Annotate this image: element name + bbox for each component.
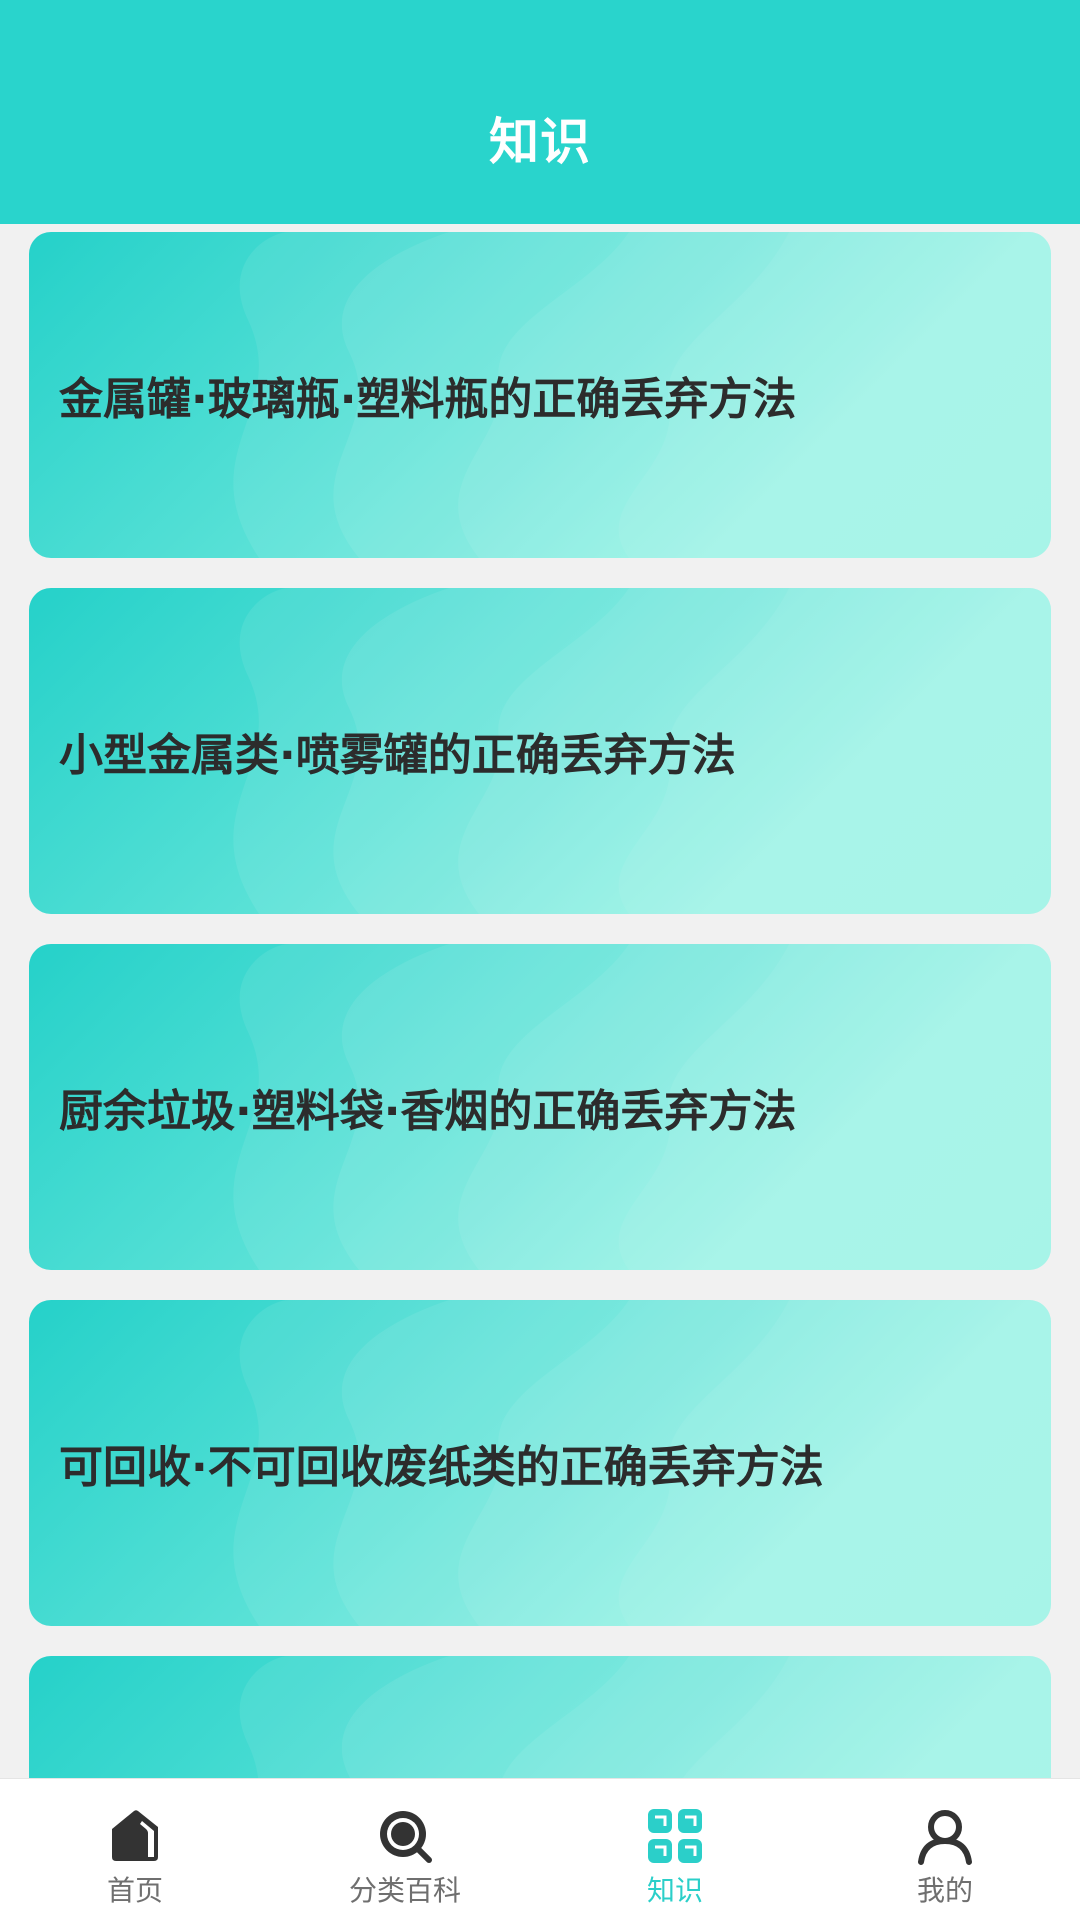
page-title: 知识 bbox=[489, 113, 591, 171]
tab-label: 分类百科 bbox=[348, 1874, 461, 1907]
top-header: 知识 bbox=[0, 0, 1080, 224]
bottom-tab-bar: 首页 分类百科 知识 我的 bbox=[0, 1778, 1080, 1920]
article-card-5[interactable] bbox=[29, 1656, 1051, 1778]
article-title: 小型金属类·喷雾罐的正确丢弃方法 bbox=[59, 730, 736, 781]
tab-category-wiki[interactable]: 分类百科 bbox=[270, 1779, 540, 1920]
tab-label: 我的 bbox=[916, 1874, 973, 1907]
article-card-2[interactable]: 小型金属类·喷雾罐的正确丢弃方法 bbox=[29, 588, 1051, 914]
article-title: 厨余垃圾·塑料袋·香烟的正确丢弃方法 bbox=[59, 1086, 797, 1137]
search-icon bbox=[380, 1811, 432, 1863]
grid-icon bbox=[648, 1809, 702, 1863]
article-title: 可回收·不可回收废纸类的正确丢弃方法 bbox=[59, 1442, 824, 1493]
user-icon bbox=[918, 1810, 972, 1865]
home-icon bbox=[112, 1810, 158, 1861]
tab-label: 首页 bbox=[106, 1874, 163, 1907]
app-screen: 知识 金属罐·玻璃瓶·塑料瓶的正确丢弃方法 小型金属类·喷雾罐的正确丢弃方法 厨… bbox=[0, 0, 1080, 1920]
tab-knowledge[interactable]: 知识 bbox=[540, 1779, 810, 1920]
tab-home[interactable]: 首页 bbox=[0, 1779, 270, 1920]
card-wave-background bbox=[239, 1656, 1051, 1778]
article-card-4[interactable]: 可回收·不可回收废纸类的正确丢弃方法 bbox=[29, 1300, 1051, 1626]
tab-mine[interactable]: 我的 bbox=[810, 1779, 1080, 1920]
article-list[interactable]: 金属罐·玻璃瓶·塑料瓶的正确丢弃方法 小型金属类·喷雾罐的正确丢弃方法 厨余垃圾… bbox=[0, 224, 1080, 1778]
article-card-3[interactable]: 厨余垃圾·塑料袋·香烟的正确丢弃方法 bbox=[29, 944, 1051, 1270]
article-title: 金属罐·玻璃瓶·塑料瓶的正确丢弃方法 bbox=[59, 374, 797, 425]
article-card-1[interactable]: 金属罐·玻璃瓶·塑料瓶的正确丢弃方法 bbox=[29, 232, 1051, 558]
tab-label: 知识 bbox=[646, 1874, 703, 1907]
